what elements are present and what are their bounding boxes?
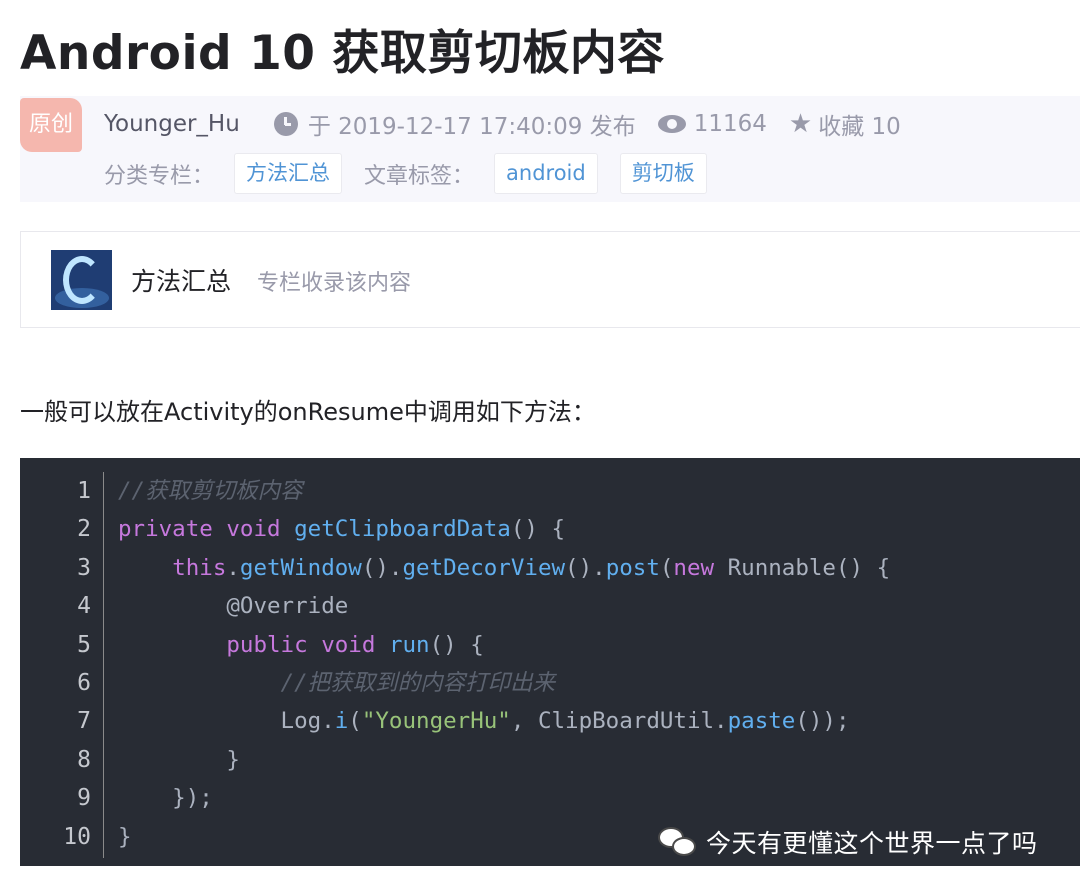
code-token: //获取剪切板内容 <box>118 478 303 504</box>
code-token: @Override <box>118 593 349 620</box>
tag-android[interactable]: android <box>494 153 598 194</box>
line-number: 8 <box>77 746 91 773</box>
code-token: getClipboardData <box>294 516 511 543</box>
code-line: } <box>118 741 890 779</box>
line-number: 10 <box>63 823 91 850</box>
watermark-text: 今天有更懂这个世界一点了吗 <box>706 829 1038 858</box>
code-token: private <box>118 516 213 543</box>
code-token: getWindow <box>239 554 362 581</box>
code-lines: //获取剪切板内容 private void getClipboardData()… <box>118 472 890 856</box>
wechat-icon <box>658 825 698 859</box>
line-number: 3 <box>77 554 91 581</box>
code-token: Runnable() { <box>714 554 891 581</box>
category-label: 分类专栏： <box>104 163 215 189</box>
code-token: public <box>226 631 308 658</box>
meta-tags-row: 分类专栏： 方法汇总 文章标签： android 剪切板 <box>104 153 707 194</box>
line-number-gutter: 1 2 3 4 5 6 7 8 9 10 <box>20 472 104 858</box>
column-logo <box>51 250 112 310</box>
article-meta: 原创 Younger_Hu 于 2019-12-17 17:40:09 发布 1… <box>20 96 1080 202</box>
line-number: 9 <box>77 785 91 812</box>
line-number: 1 <box>77 478 91 504</box>
article-paragraph: 一般可以放在Activity的onResume中调用如下方法： <box>20 398 596 426</box>
code-token: this <box>172 554 227 581</box>
code-token: new <box>673 554 715 581</box>
column-description: 专栏收录该内容 <box>257 271 412 296</box>
code-token: void <box>226 516 281 543</box>
original-badge: 原创 <box>20 98 82 152</box>
view-count: 11164 <box>693 111 767 137</box>
code-token: ( <box>659 554 674 581</box>
code-token: post <box>605 554 660 581</box>
wechat-watermark: 今天有更懂这个世界一点了吗 <box>658 822 1038 862</box>
clock-icon <box>273 112 298 136</box>
code-line: @Override <box>118 587 890 625</box>
line-number: 2 <box>77 516 91 543</box>
tags-label: 文章标签： <box>364 163 475 189</box>
eye-icon <box>657 115 686 133</box>
article-title: Android 10 获取剪切板内容 <box>20 26 665 81</box>
code-line: //获取剪切板内容 <box>118 472 890 510</box>
code-token: . <box>226 554 240 581</box>
column-card[interactable]: 方法汇总 专栏收录该内容 <box>20 231 1080 328</box>
code-token: run <box>388 631 430 658</box>
publish-time: 于 2019-12-17 17:40:09 发布 <box>307 114 636 140</box>
code-block: 1 2 3 4 5 6 7 8 9 10 //获取剪切板内容 private void getCli… <box>20 458 1080 866</box>
code-line: public void run() { <box>118 626 890 664</box>
code-line: private void getClipboardData() { <box>118 510 890 548</box>
code-token: "YoungerHu" <box>361 708 511 735</box>
code-token: i <box>334 708 349 735</box>
favorite-count[interactable]: 收藏 10 <box>818 107 901 141</box>
code-token: , ClipBoardUtil. <box>510 708 728 735</box>
code-token: paste <box>727 708 796 735</box>
code-line: this.getWindow().getDecorView().post(new… <box>118 549 890 587</box>
code-token: (). <box>361 554 403 581</box>
author-link[interactable]: Younger_Hu <box>104 111 240 137</box>
column-name[interactable]: 方法汇总 <box>131 262 231 298</box>
category-tag[interactable]: 方法汇总 <box>234 153 343 194</box>
code-line: //把获取到的内容打印出来 <box>118 664 890 702</box>
code-line: }); <box>118 779 890 817</box>
line-number: 4 <box>77 593 91 620</box>
code-token: ( <box>348 708 362 735</box>
code-token: void <box>321 631 376 658</box>
line-number: 5 <box>77 631 91 658</box>
meta-info-row: Younger_Hu 于 2019-12-17 17:40:09 发布 1116… <box>104 106 901 142</box>
code-token: } <box>118 823 132 850</box>
code-token: () { <box>429 631 484 658</box>
line-number: 7 <box>77 708 91 735</box>
code-token: Log. <box>118 708 335 735</box>
code-token: }); <box>118 785 213 812</box>
code-token: () { <box>510 516 566 543</box>
code-token: ()); <box>795 708 850 735</box>
code-line: Log.i("YoungerHu", ClipBoardUtil.paste()… <box>118 702 890 740</box>
code-token: (). <box>565 554 606 581</box>
code-token: getDecorView <box>402 554 566 581</box>
line-number: 6 <box>77 669 91 696</box>
star-icon[interactable]: ★ <box>789 111 812 137</box>
tag-clipboard[interactable]: 剪切板 <box>619 153 707 194</box>
code-token: } <box>118 746 240 773</box>
code-token: //把获取到的内容打印出来 <box>280 669 556 696</box>
